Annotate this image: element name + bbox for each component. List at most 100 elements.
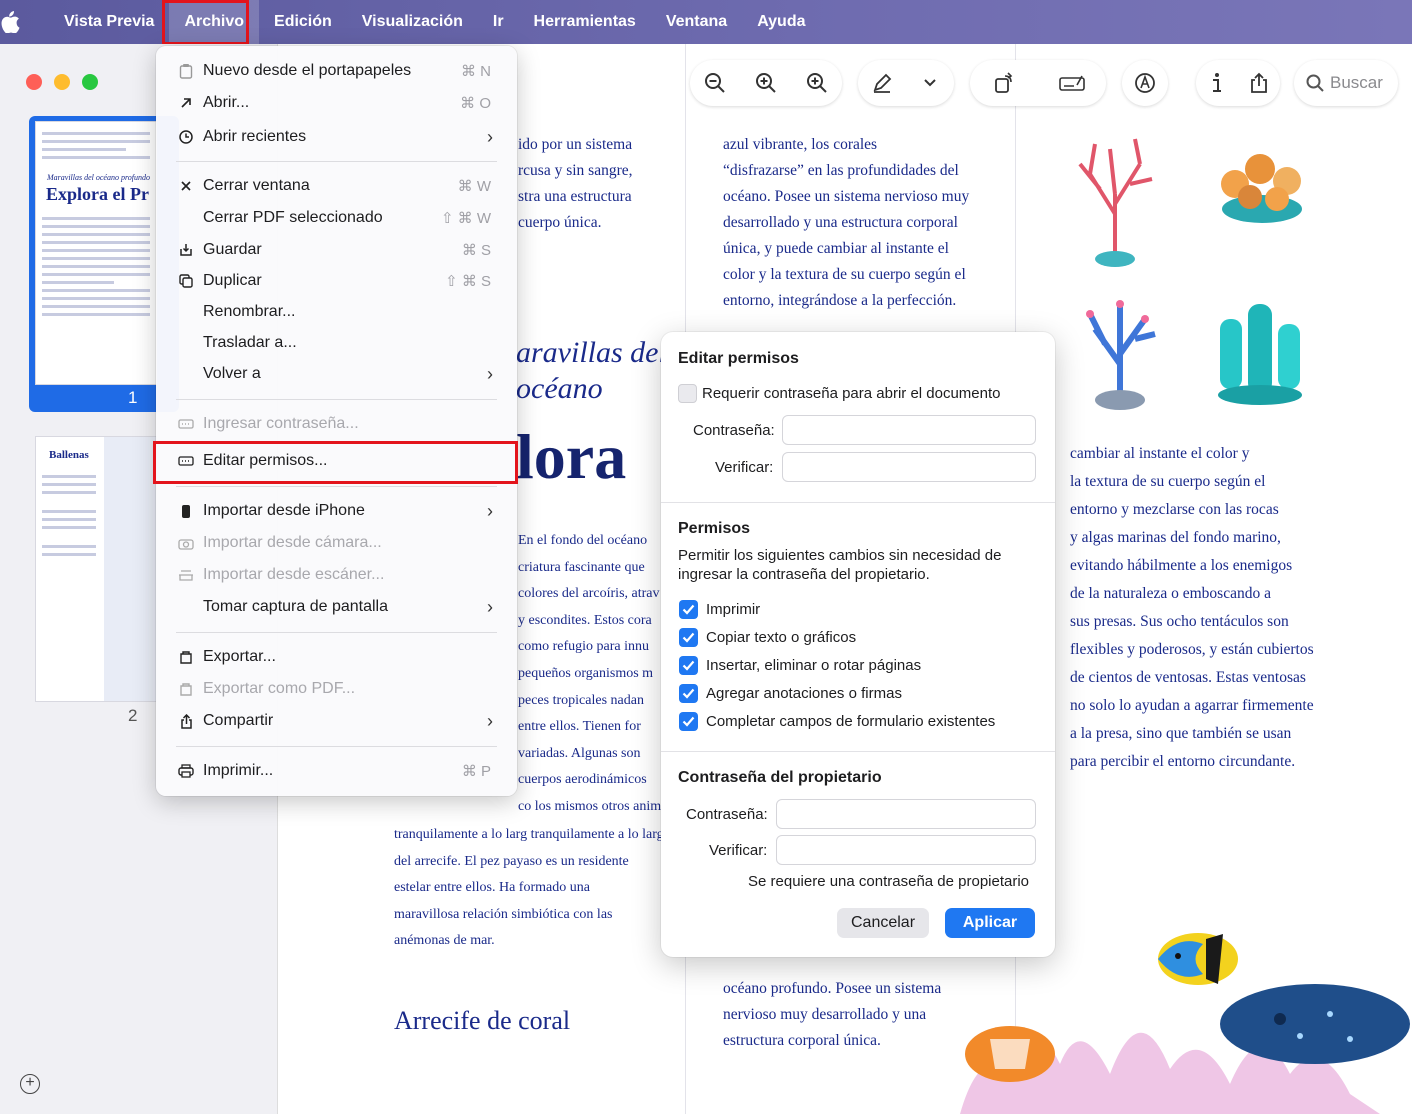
permission-copy-checkbox[interactable] (679, 628, 698, 647)
menu-item-importar-iphone[interactable]: Importar desde iPhone › (156, 496, 517, 526)
permission-copy-label: Copiar texto o gráficos (706, 629, 857, 646)
owner-verify-field[interactable] (776, 835, 1036, 865)
menu-item-nuevo-portapapeles[interactable]: Nuevo desde el portapapeles ⌘ N (156, 56, 517, 86)
permission-pages-checkbox[interactable] (679, 656, 698, 675)
menu-item-cerrar-ventana[interactable]: Cerrar ventana ⌘ W (156, 171, 517, 201)
require-password-checkbox[interactable] (678, 384, 697, 403)
text-line: cuerpos aerodinámicos (518, 772, 647, 788)
menu-item-exportar[interactable]: Exportar... (156, 642, 517, 672)
permissions-desc: Permitir los siguientes cambios sin nece… (678, 547, 1002, 564)
share-icon[interactable] (1244, 68, 1274, 98)
menu-item-guardar[interactable]: Guardar ⌘ S (156, 235, 517, 265)
menu-edicion[interactable]: Edición (259, 0, 347, 44)
menu-item-importar-escaner[interactable]: Importar desde escáner... (156, 560, 517, 590)
chevron-right-icon: › (487, 126, 493, 147)
menu-ayuda[interactable]: Ayuda (742, 0, 820, 44)
rotate-icon[interactable] (989, 68, 1019, 98)
menu-item-volver-a[interactable]: Volver a › (156, 359, 517, 389)
menu-item-ingresar-contrasena[interactable]: Ingresar contraseña... (156, 409, 517, 439)
menu-item-label: Trasladar a... (203, 334, 297, 351)
markup-circle-icon[interactable] (1130, 68, 1160, 98)
coral-illustration-red (1070, 134, 1160, 274)
apply-button[interactable]: Aplicar (945, 908, 1035, 938)
text-line: no solo lo ayudan a agarrar firmemente (1070, 697, 1314, 714)
text-line: océano. Posee un sistema nervioso muy (723, 188, 970, 205)
menu-item-duplicar[interactable]: Duplicar ⇧ ⌘ S (156, 266, 517, 296)
permission-forms-label: Completar campos de formulario existente… (706, 713, 996, 730)
text-line: co los mismos otros anim (518, 798, 662, 814)
text-line: para percibir el entorno circundante. (1070, 753, 1296, 770)
menu-item-label: Exportar... (203, 648, 276, 665)
thumbnail-page-1[interactable]: Maravillas del océano profundo Explora e… (36, 122, 156, 384)
text-line: sus presas. Sus ocho tentáculos son (1070, 613, 1289, 630)
owner-password-field[interactable] (776, 799, 1036, 829)
doc-heading-oceano: océano (516, 372, 603, 405)
menu-item-label: Abrir... (203, 94, 250, 111)
permissions-desc: ingresar la contraseña del propietario. (678, 566, 930, 583)
menu-item-exportar-pdf[interactable]: Exportar como PDF... (156, 674, 517, 704)
menu-item-label: Importar desde escáner... (203, 566, 385, 583)
text-line: estructura corporal única. (723, 1032, 881, 1049)
printer-icon (178, 763, 194, 779)
text-line: peces tropicales nadan (518, 692, 644, 708)
save-icon (178, 242, 194, 258)
owner-required-note: Se requiere una contraseña de propietari… (748, 873, 1030, 890)
arrow-up-right-icon (178, 95, 194, 111)
menu-item-label: Importar desde cámara... (203, 534, 382, 551)
chevron-right-icon: › (487, 710, 493, 731)
cancel-button[interactable]: Cancelar (837, 908, 929, 938)
minimize-window-button[interactable] (54, 74, 70, 90)
text-line: tranquilamente a lo larg tranquilamente … (394, 827, 664, 842)
page-toolbar-group (970, 60, 1106, 106)
apple-icon[interactable] (0, 11, 64, 33)
menu-item-shortcut: ⇧ ⌘ S (445, 273, 491, 290)
menu-visualizacion[interactable]: Visualización (347, 0, 478, 44)
thumbnail-page-2[interactable]: Ballenas (36, 437, 156, 701)
zoom-fit-icon[interactable] (802, 68, 832, 98)
permission-print-checkbox[interactable] (679, 600, 698, 619)
text-line: rcusa y sin sangre, (518, 162, 633, 179)
menu-item-trasladar[interactable]: Trasladar a... (156, 328, 517, 358)
permission-annotate-checkbox[interactable] (679, 684, 698, 703)
zoom-out-icon[interactable] (700, 68, 730, 98)
menu-ventana[interactable]: Ventana (651, 0, 742, 44)
highlight-archivo-box (162, 0, 249, 45)
menu-item-shortcut: ⌘ O (460, 95, 491, 112)
pen-icon[interactable] (867, 68, 897, 98)
open-verify-field[interactable] (782, 452, 1036, 482)
menu-item-abrir[interactable]: Abrir... ⌘ O (156, 88, 517, 118)
chevron-down-icon[interactable] (915, 68, 945, 98)
text-line: pequeños organismos m (518, 665, 654, 681)
menu-ir[interactable]: Ir (478, 0, 519, 44)
menu-herramientas[interactable]: Herramientas (519, 0, 651, 44)
chevron-right-icon: › (487, 596, 493, 617)
menu-app-name[interactable]: Vista Previa (64, 0, 169, 44)
zoom-in-icon[interactable] (751, 68, 781, 98)
menu-item-abrir-recientes[interactable]: Abrir recientes › (156, 122, 517, 152)
text-line: azul vibrante, los corales (723, 136, 878, 153)
menu-item-cerrar-pdf[interactable]: Cerrar PDF seleccionado ⇧ ⌘ W (156, 203, 517, 233)
close-window-button[interactable] (26, 74, 42, 90)
zoom-window-button[interactable] (82, 74, 98, 90)
form-fill-icon[interactable] (1057, 68, 1087, 98)
menu-item-importar-camara[interactable]: Importar desde cámara... (156, 528, 517, 558)
menu-separator (176, 632, 497, 633)
clock-icon (178, 129, 194, 145)
info-icon[interactable] (1202, 68, 1232, 98)
password-field-icon (178, 416, 194, 432)
doc-col1-mid: En el fondo del océano criatura fascinan… (518, 528, 661, 821)
permissions-title: Permisos (678, 520, 751, 537)
text-line: color y la textura de su cuerpo según el (723, 266, 966, 283)
dialog-separator (661, 751, 1055, 752)
search-field[interactable]: Buscar (1294, 60, 1398, 106)
add-page-icon[interactable]: + (20, 1074, 40, 1094)
menu-item-renombrar[interactable]: Renombrar... (156, 297, 517, 327)
menu-item-label: Cerrar ventana (203, 177, 310, 194)
menu-item-captura-pantalla[interactable]: Tomar captura de pantalla › (156, 592, 517, 622)
coral-illustration-blue (1075, 294, 1165, 414)
permission-forms-checkbox[interactable] (679, 712, 698, 731)
menu-item-compartir[interactable]: Compartir › (156, 706, 517, 736)
menu-item-imprimir[interactable]: Imprimir... ⌘ P (156, 756, 517, 786)
text-line: de la naturaleza o emboscando a (1070, 585, 1271, 602)
open-password-field[interactable] (782, 415, 1036, 445)
